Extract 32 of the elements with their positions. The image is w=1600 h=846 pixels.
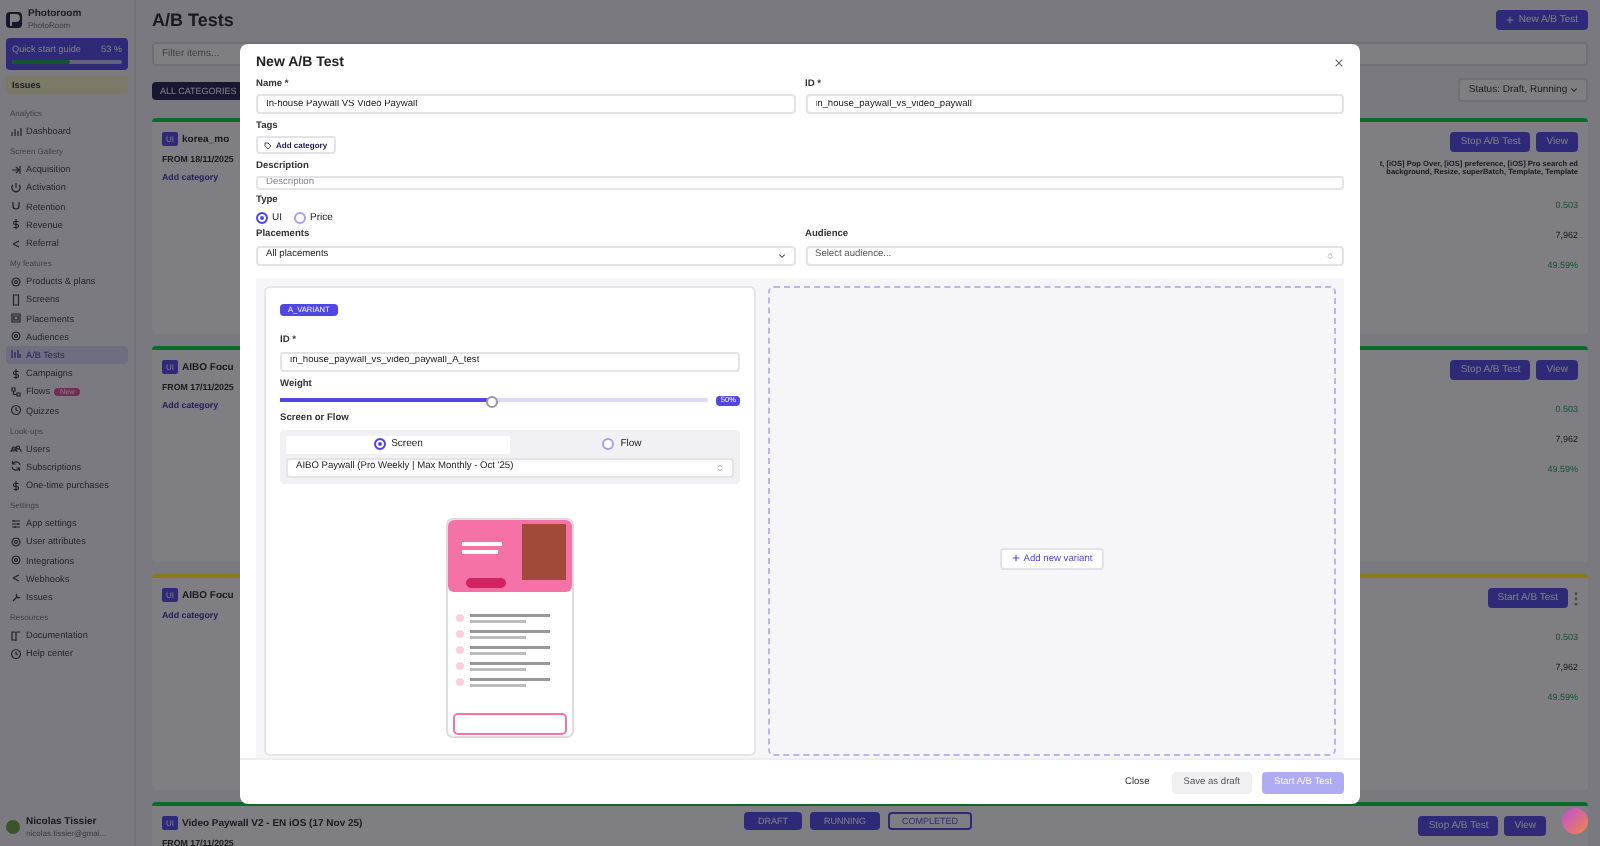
avatar — [6, 820, 20, 834]
magnet-icon — [10, 200, 22, 213]
power-icon — [10, 181, 22, 194]
flow-icon — [10, 385, 22, 398]
share-icon — [10, 572, 22, 585]
gear-icon — [10, 275, 22, 288]
bar-chart-icon — [10, 125, 22, 138]
clock-icon — [10, 404, 22, 417]
tag-icon — [264, 142, 272, 151]
page-title: A/B Tests — [152, 10, 234, 30]
frame-icon — [10, 312, 22, 325]
gear-icon — [10, 535, 22, 548]
refresh-icon — [10, 460, 22, 473]
login-icon — [10, 163, 22, 176]
app-logo-icon — [6, 11, 22, 27]
dollar-icon — [10, 367, 22, 380]
close-icon[interactable] — [1334, 58, 1344, 68]
dollar-icon — [10, 218, 22, 231]
bars-icon — [10, 348, 22, 361]
weight-slider[interactable] — [280, 398, 709, 403]
gear-icon — [10, 330, 22, 343]
sliders-icon — [10, 517, 22, 530]
book-icon — [10, 629, 22, 642]
wrench-icon — [10, 591, 22, 604]
dollar-icon — [10, 479, 22, 492]
users-icon — [10, 442, 22, 455]
plus-icon — [1011, 553, 1020, 562]
phone-icon — [10, 293, 22, 306]
share-icon — [10, 237, 22, 250]
plus-icon — [1506, 15, 1515, 24]
clock-icon — [10, 647, 22, 660]
gear-icon — [10, 554, 22, 567]
